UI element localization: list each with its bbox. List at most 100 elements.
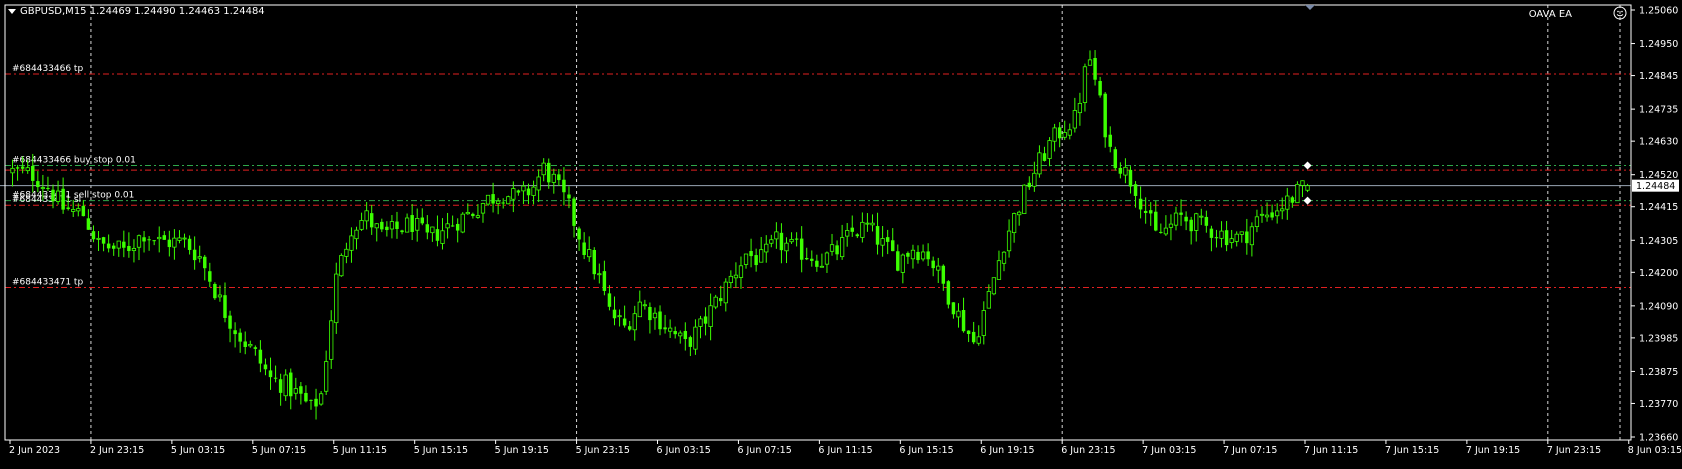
candle-body-bear <box>567 194 571 199</box>
candle-body-bear <box>961 310 966 332</box>
candle-body-bull <box>55 190 61 202</box>
price-tick-label: 1.24090 <box>1639 301 1678 312</box>
candle-body-bull <box>1249 226 1255 246</box>
time-tick-label: 5 Jun 03:15 <box>171 445 225 456</box>
candle-body-bear <box>582 242 586 255</box>
candle-body-bull <box>1077 103 1083 114</box>
candle-body-bear <box>648 306 652 321</box>
candle-body-bull <box>1082 66 1088 103</box>
candle-body-bull <box>511 188 516 200</box>
candle-body-bull <box>389 221 395 230</box>
time-tick-label: 7 Jun 15:15 <box>1385 445 1439 456</box>
price-tick-label: 1.23660 <box>1639 433 1678 444</box>
candle-body-bear <box>557 174 561 181</box>
candle-body-bear <box>385 226 389 231</box>
candle-body-bear <box>946 281 951 305</box>
candle-body-bull <box>1219 230 1224 239</box>
time-tick-label: 6 Jun 03:15 <box>657 445 711 456</box>
candle-body-bear <box>1042 153 1047 161</box>
candle-body-bear <box>380 221 384 230</box>
candle-body-bull <box>339 255 344 277</box>
candle-body-bull <box>991 277 997 295</box>
candle-body-bull <box>404 217 410 233</box>
candle-body-bear <box>663 327 667 330</box>
candle-body-bull <box>870 222 875 226</box>
chart-canvas[interactable]: #684433466 tp #684433466 buy stop 0.01 #68… <box>0 0 1682 465</box>
candle-body-bull <box>217 294 223 298</box>
candle-body-bear <box>1108 134 1112 147</box>
candle-body-bull <box>551 173 556 183</box>
candle-body-bear <box>491 194 495 204</box>
candle-body-bear <box>106 243 111 249</box>
candle-body-bull <box>1087 59 1093 66</box>
candle-body-bear <box>1093 57 1097 80</box>
candle-body-bear <box>86 218 91 230</box>
candle-body-bull <box>587 249 592 258</box>
candle-body-bear <box>263 364 268 370</box>
candle-body-bull <box>1052 127 1057 142</box>
candle-body-bear <box>289 372 293 397</box>
candle-body-bear <box>208 271 212 282</box>
candle-body-bull <box>96 237 101 240</box>
candle-body-bear <box>683 330 688 340</box>
candle-body-bear <box>36 181 40 188</box>
candle-body-bear <box>1204 216 1209 226</box>
candle-body-bear <box>203 256 207 269</box>
candle <box>991 277 997 296</box>
candle-body-bear <box>1270 212 1274 218</box>
candle-body-bear <box>101 237 106 244</box>
candle-body-bull <box>536 176 541 191</box>
candle-body-bear <box>906 252 910 257</box>
candle-body-bull <box>1001 251 1007 264</box>
candle-body-bull <box>728 275 733 283</box>
candle-body-bull <box>824 252 830 265</box>
candle-body-bear <box>526 188 531 196</box>
candle-body-bull <box>1199 215 1204 218</box>
candle-body-bear <box>779 232 784 251</box>
candle-body-bear <box>875 226 880 245</box>
candle-body-bear <box>258 349 263 364</box>
time-tick-label: 7 Jun 07:15 <box>1223 445 1277 456</box>
candle-body-bear <box>1154 211 1158 231</box>
candle-body-bull <box>713 296 718 308</box>
candle-body-bear <box>309 399 313 401</box>
candle-body-bear <box>238 332 242 342</box>
candle-body-bull <box>1280 208 1285 212</box>
candle-body-bear <box>916 251 920 261</box>
candle-body-bear <box>971 331 976 343</box>
candle-body-bull <box>1032 172 1037 187</box>
candle-body-bull <box>1047 140 1052 159</box>
candle-body-bear <box>152 240 156 242</box>
candle <box>1022 184 1027 214</box>
candle-body-bear <box>15 167 20 169</box>
candle-body-bear <box>400 230 404 233</box>
candle-body-bear <box>147 239 151 241</box>
candle-body-bear <box>1148 210 1153 214</box>
candle-body-bear <box>268 370 273 378</box>
candle-body-bull <box>769 239 774 244</box>
candle-body-bear <box>855 234 860 237</box>
order-line-label: #684433471 sl <box>12 195 81 205</box>
candle-body-bear <box>890 240 895 252</box>
candle-body-bull <box>506 196 511 205</box>
candle-body-bull <box>637 301 642 318</box>
candle-body-bear <box>1103 93 1107 138</box>
price-chart[interactable]: #684433466 tp #684433466 buy stop 0.01 #68… <box>0 0 1682 465</box>
candle-body-bull <box>900 254 905 273</box>
candle-body-bull <box>738 265 744 278</box>
candle-body-bull <box>642 304 647 307</box>
candle-body-bull <box>981 310 986 336</box>
candle-body-bear <box>941 265 946 284</box>
candle-body-bear <box>304 392 308 402</box>
time-tick-label: 2 Jun 2023 <box>9 445 60 456</box>
candle-body-bull <box>283 374 288 397</box>
candle-body-bear <box>1179 212 1183 215</box>
candle-body-bear <box>572 198 576 226</box>
candle-body-bull <box>465 212 470 215</box>
candle-body-bear <box>896 251 900 271</box>
candle-body-bear <box>1224 230 1229 246</box>
candle-body-bull <box>334 273 339 324</box>
candle-body-bull <box>182 237 187 240</box>
candle-body-bear <box>966 330 971 335</box>
candle-body-bull <box>1285 195 1290 210</box>
